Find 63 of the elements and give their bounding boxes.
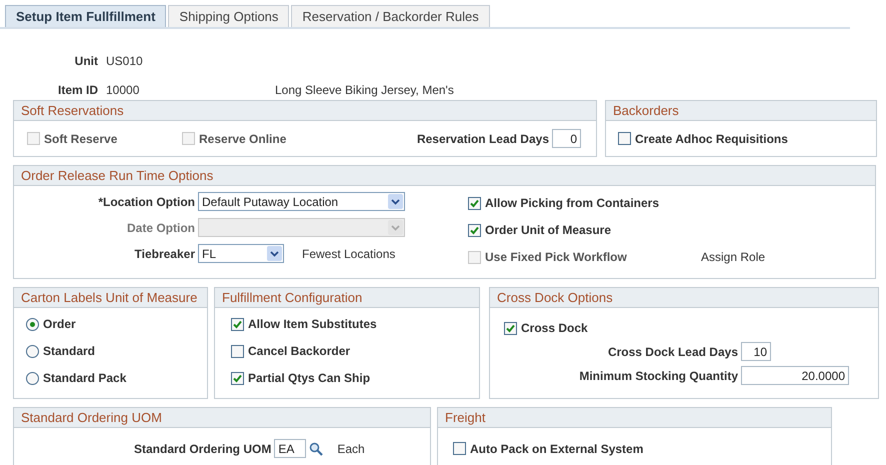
field-label: Standard Ordering UOM [134, 440, 272, 458]
checkmark-icon [233, 374, 242, 382]
radio-button[interactable] [26, 372, 39, 384]
checkbox[interactable] [468, 196, 481, 210]
group-title: Soft Reservations [21, 102, 124, 120]
checkmark-icon [470, 226, 479, 234]
checkbox-label: Allow Picking from Containers [485, 195, 660, 212]
field-label: Reservation Lead Days [416, 130, 549, 148]
input-field[interactable]: 20.0000 [741, 366, 849, 385]
checkbox[interactable] [618, 132, 631, 145]
radio-label: Order [43, 316, 76, 333]
radio-label: Standard Pack [43, 370, 126, 387]
field-label: Minimum Stocking Quantity [578, 368, 738, 384]
checkbox[interactable] [231, 344, 244, 358]
input-field[interactable]: 10 [741, 342, 771, 361]
radio-button[interactable] [26, 344, 39, 358]
group-title: Cross Dock Options [497, 288, 613, 307]
checkmark-icon [470, 198, 479, 208]
group-title: Fulfillment Configuration [222, 288, 362, 307]
checkbox-label: Partial Qtys Can Ship [248, 370, 370, 387]
checkbox-label: Soft Reserve [44, 130, 118, 148]
checkbox-label: Allow Item Substitutes [248, 316, 377, 333]
checkbox-label: Cross Dock [521, 320, 588, 337]
checkmark-icon [233, 320, 242, 328]
field-label: Tiebreaker [134, 246, 195, 262]
group-title: Carton Labels Unit of Measure [21, 288, 198, 307]
group-title: Backorders [613, 102, 679, 120]
field-label: Cross Dock Lead Days [606, 344, 738, 360]
input-field[interactable]: 0 [552, 129, 581, 148]
checkbox[interactable] [468, 224, 481, 236]
radio-label: Standard [43, 343, 96, 360]
checkbox[interactable] [231, 372, 244, 384]
group-title: Standard Ordering UOM [21, 408, 162, 427]
checkbox-label: Use Fixed Pick Workflow [485, 249, 627, 266]
field-value: US010 [106, 53, 144, 70]
assign-role-label: Assign Role [701, 249, 766, 266]
tab[interactable]: Shipping Options [168, 5, 290, 27]
tiebreaker-description: Fewest Locations [302, 246, 396, 262]
dropdown[interactable]: Default Putaway Location [198, 192, 405, 211]
checkmark-icon [506, 324, 515, 332]
checkbox[interactable] [504, 322, 517, 334]
field-value: 10000 [106, 82, 140, 99]
dropdown[interactable]: FL [198, 244, 284, 263]
checkbox-label: Create Adhoc Requisitions [635, 130, 788, 148]
item-description: Long Sleeve Biking Jersey, Men's [275, 82, 455, 99]
tab[interactable]: Reservation / Backorder Rules [291, 5, 490, 27]
checkbox[interactable] [453, 442, 466, 455]
checkbox-label: Reserve Online [199, 130, 286, 148]
group-title: Order Release Run Time Options [21, 166, 214, 185]
radio-button[interactable] [26, 318, 39, 330]
input-field[interactable]: EA [274, 439, 306, 458]
field-label: Item ID [56, 82, 98, 99]
search-icon[interactable] [309, 442, 324, 456]
field-label: Date Option [126, 220, 195, 236]
uom-description: Each [337, 440, 365, 458]
field-label: *Location Option [97, 194, 195, 210]
field-label: Unit [74, 53, 98, 70]
checkbox-label: Order Unit of Measure [485, 222, 612, 239]
tab[interactable]: Setup Item Fullfillment [5, 5, 166, 27]
checkbox[interactable] [231, 318, 244, 330]
group-title: Freight [445, 408, 486, 427]
checkbox-label: Cancel Backorder [248, 343, 350, 360]
checkbox-label: Auto Pack on External System [470, 440, 644, 458]
